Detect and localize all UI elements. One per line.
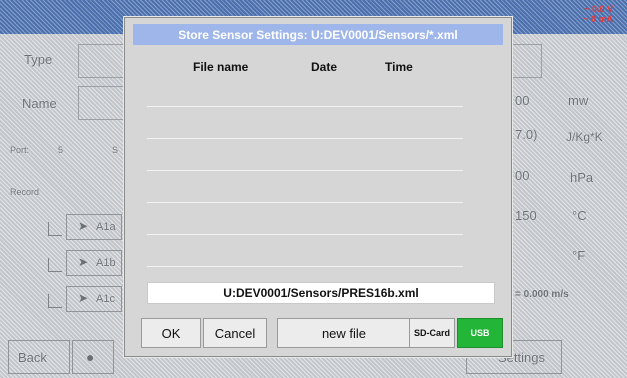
right-field[interactable]	[512, 44, 542, 78]
port-value: 5	[58, 145, 64, 155]
voltage-readout: ~ 0.0 V	[584, 4, 613, 14]
usb-button[interactable]: USB	[457, 318, 503, 348]
file-list-row[interactable]	[147, 170, 463, 171]
channel-checkbox[interactable]	[48, 294, 62, 308]
file-list-row[interactable]	[147, 106, 463, 107]
file-list-row[interactable]	[147, 202, 463, 203]
dialog-title: Store Sensor Settings: U:DEV0001/Sensors…	[133, 24, 503, 45]
type-field[interactable]	[78, 44, 128, 78]
store-sensor-settings-dialog: Store Sensor Settings: U:DEV0001/Sensors…	[124, 17, 512, 357]
channel-label: A1c	[96, 293, 115, 305]
file-list-row[interactable]	[147, 234, 463, 235]
right-value: 00	[515, 168, 530, 183]
arrow-right-icon: ➤	[78, 255, 89, 269]
ok-button[interactable]: OK	[141, 318, 201, 348]
right-value: 150	[515, 208, 537, 223]
cancel-button[interactable]: Cancel	[203, 318, 267, 348]
column-header-file-name: File name	[193, 60, 249, 74]
unit-label: °C	[572, 208, 587, 223]
arrow-right-icon: ➤	[78, 219, 89, 233]
unit-label: J/Kg*K	[566, 130, 603, 144]
unit-label: hPa	[570, 170, 594, 185]
sd-card-button[interactable]: SD-Card	[409, 318, 455, 348]
name-label: Name	[22, 96, 57, 111]
value-readout: = 0.000 m/s	[515, 289, 569, 300]
channel-label: A1b	[96, 257, 116, 269]
unit-label: °F	[572, 248, 586, 263]
signal-status: ~ 0.0 V ~ 0 mA	[583, 4, 613, 24]
name-field[interactable]	[78, 86, 128, 120]
channel-checkbox[interactable]	[48, 222, 62, 236]
filename-field[interactable]: U:DEV0001/Sensors/PRES16b.xml	[147, 282, 495, 304]
right-value: 00	[515, 93, 530, 108]
record-label: Record	[10, 187, 40, 197]
unit-label: mw	[568, 93, 589, 108]
column-header-date: Date	[311, 60, 338, 74]
type-label: Type	[24, 52, 53, 67]
new-file-button[interactable]: new file	[277, 318, 411, 348]
channel-label: A1a	[96, 221, 116, 233]
camera-icon: ●	[86, 349, 95, 365]
arrow-right-icon: ➤	[78, 291, 89, 305]
right-value: 7.0)	[515, 127, 538, 142]
back-button[interactable]: Back	[18, 350, 47, 365]
column-header-time: Time	[385, 60, 413, 74]
file-list-row[interactable]	[147, 138, 463, 139]
file-list-row[interactable]	[147, 266, 463, 267]
port-extra: S	[112, 145, 119, 155]
current-readout: ~ 0 mA	[583, 14, 613, 24]
channel-checkbox[interactable]	[48, 258, 62, 272]
port-label: Port:	[10, 145, 30, 155]
